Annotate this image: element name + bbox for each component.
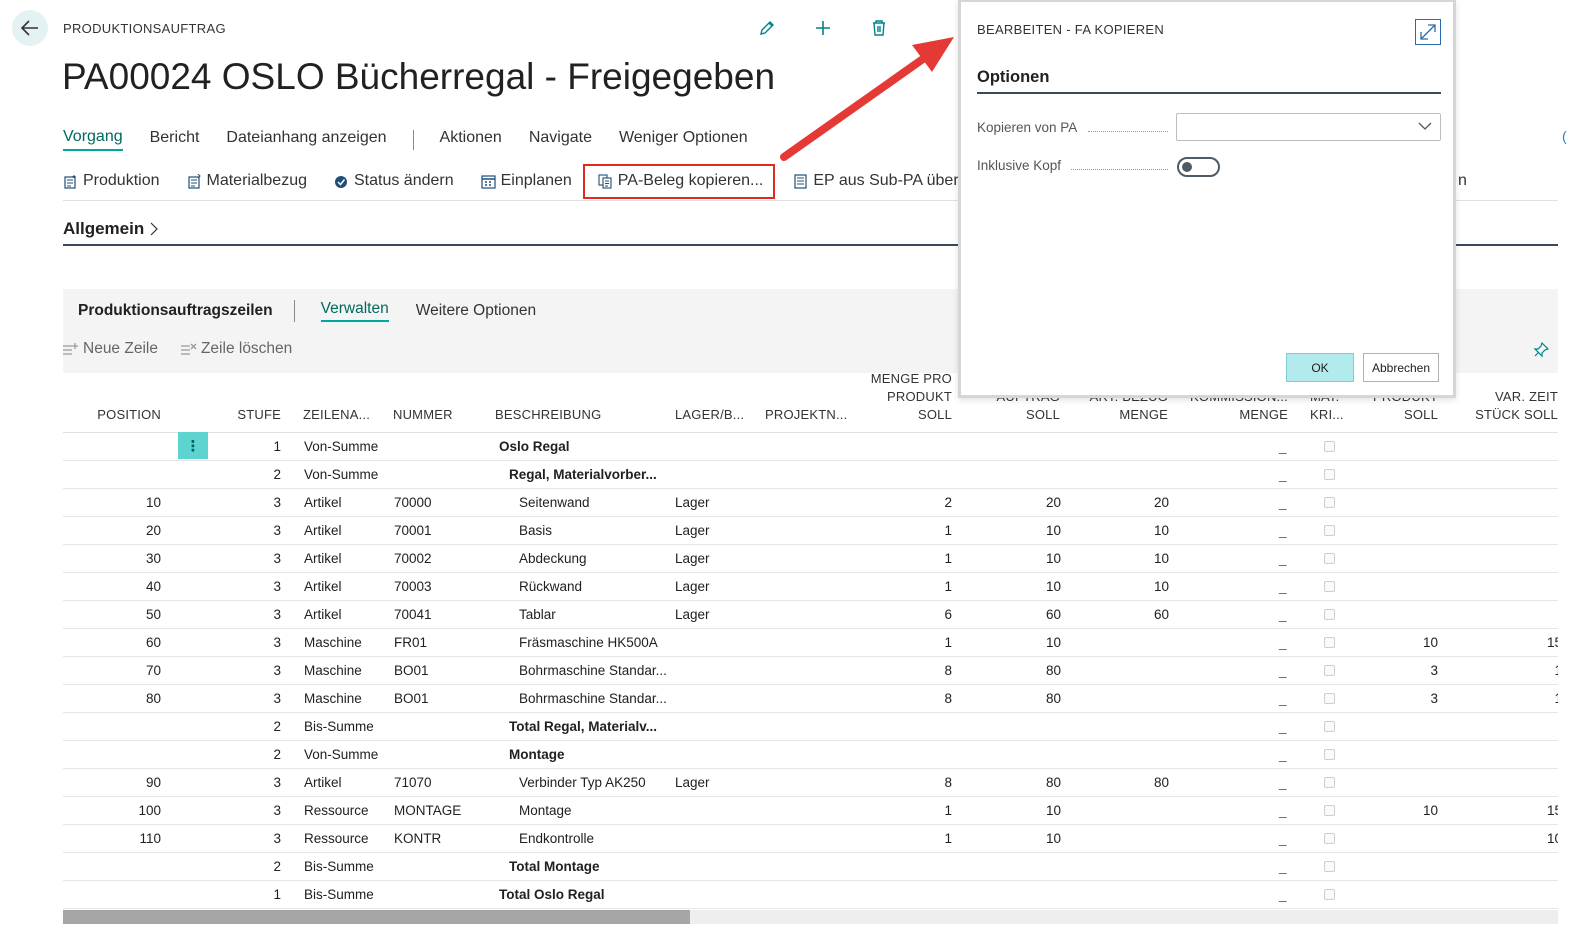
chevron-down-icon xyxy=(1418,122,1432,130)
include-header-leader xyxy=(1071,169,1168,170)
expand-icon xyxy=(1420,24,1436,40)
expand-dialog-button[interactable] xyxy=(1415,19,1441,45)
toggle-knob xyxy=(1182,162,1192,172)
copy-from-label: Kopieren von PA xyxy=(977,120,1078,135)
ok-button[interactable]: OK xyxy=(1286,353,1354,382)
copy-document-dialog: BEARBEITEN - FA KOPIEREN Optionen Kopier… xyxy=(958,0,1456,398)
copy-from-leader xyxy=(1088,131,1168,132)
include-header-toggle[interactable] xyxy=(1177,157,1220,177)
include-header-label: Inklusive Kopf xyxy=(977,158,1062,173)
dialog-section-optionen: Optionen xyxy=(977,68,1050,86)
cancel-button[interactable]: Abbrechen xyxy=(1363,353,1439,382)
dialog-section-underline xyxy=(977,92,1441,94)
dialog-title: BEARBEITEN - FA KOPIEREN xyxy=(977,22,1165,37)
copy-from-select[interactable] xyxy=(1176,113,1441,141)
